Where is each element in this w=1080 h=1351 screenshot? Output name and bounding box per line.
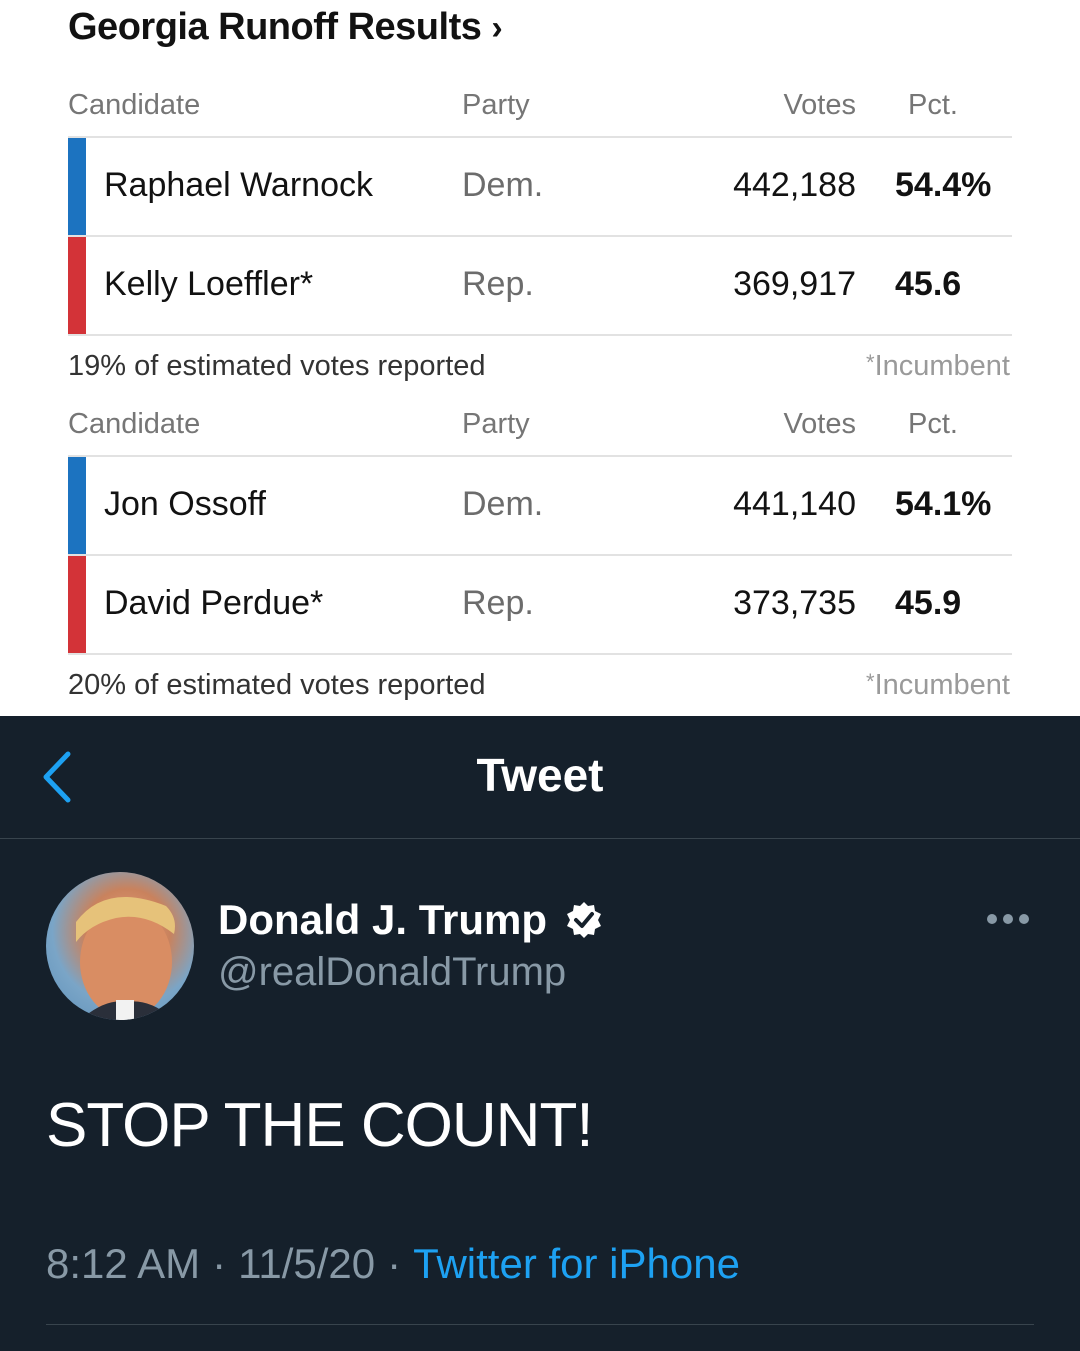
header-party: Party xyxy=(462,89,530,121)
candidate-votes: 369,917 xyxy=(733,265,856,303)
candidate-votes: 441,140 xyxy=(733,485,856,523)
candidate-party: Dem. xyxy=(462,485,544,523)
incumbent-label: Incumbent xyxy=(874,350,1010,382)
chevron-right-icon[interactable]: › xyxy=(491,9,502,47)
party-color-bar xyxy=(68,457,86,554)
candidate-votes: 442,188 xyxy=(733,166,856,204)
table-header: Candidate Party Votes Pct. xyxy=(68,76,1012,138)
candidate-pct: 45.9 xyxy=(895,584,962,622)
party-color-bar xyxy=(68,138,86,235)
nav-title: Tweet xyxy=(476,749,604,801)
candidate-name: Jon Ossoff xyxy=(104,485,266,523)
header-party: Party xyxy=(462,408,530,440)
candidate-party: Rep. xyxy=(462,584,534,622)
votes-reported-note: 19% of estimated votes reported xyxy=(68,350,486,382)
candidate-row: Raphael Warnock Dem. 442,188 54.4% xyxy=(68,138,1012,237)
author-handle[interactable]: @realDonaldTrump xyxy=(218,950,566,995)
candidate-name: David Perdue* xyxy=(104,584,324,622)
tweet-text: STOP THE COUNT! xyxy=(46,1091,594,1160)
tweet-navbar: Tweet xyxy=(0,716,1080,839)
candidate-party: Rep. xyxy=(462,265,534,303)
senate-race-table: Candidate Party Votes Pct. Jon Ossoff De… xyxy=(68,395,1012,715)
header-pct: Pct. xyxy=(908,408,958,440)
avatar-portrait xyxy=(76,897,175,1020)
candidate-row: Jon Ossoff Dem. 441,140 54.1% xyxy=(68,457,1012,556)
avatar[interactable] xyxy=(46,872,194,1020)
results-title-text[interactable]: Georgia Runoff Results xyxy=(68,6,482,48)
header-votes: Votes xyxy=(783,89,856,121)
party-color-bar xyxy=(68,237,86,334)
header-votes: Votes xyxy=(783,408,856,440)
party-color-bar xyxy=(68,556,86,653)
tweet-meta: 8:12 AM · 11/5/20 · Twitter for iPhone xyxy=(46,1240,740,1288)
meta-separator: · xyxy=(212,1240,227,1287)
author-name[interactable]: Donald J. Trump xyxy=(218,896,547,944)
header-candidate: Candidate xyxy=(68,89,201,121)
votes-reported-note: 20% of estimated votes reported xyxy=(68,669,486,701)
candidate-pct: 45.6 xyxy=(895,265,962,303)
candidate-name: Raphael Warnock xyxy=(104,166,373,204)
table-footer: 19% of estimated votes reported *Incumbe… xyxy=(68,336,1012,396)
senate-race-table: Candidate Party Votes Pct. Raphael Warno… xyxy=(68,76,1012,396)
more-options-icon[interactable] xyxy=(986,912,1030,926)
candidate-name: Kelly Loeffler* xyxy=(104,265,314,303)
tweet-source-link[interactable]: Twitter for iPhone xyxy=(413,1240,740,1287)
divider xyxy=(46,1324,1034,1325)
tweet-panel: Tweet Donald J. Trump @realDonaldTrump S… xyxy=(0,716,1080,1351)
candidate-votes: 373,735 xyxy=(733,584,856,622)
incumbent-label: Incumbent xyxy=(874,669,1010,701)
results-panel: Georgia Runoff Results › Candidate Party … xyxy=(0,0,1080,716)
tweet-date: 11/5/20 xyxy=(238,1240,376,1287)
results-title[interactable]: Georgia Runoff Results › xyxy=(68,6,503,49)
meta-separator: · xyxy=(387,1240,402,1287)
table-footer: 20% of estimated votes reported *Incumbe… xyxy=(68,655,1012,715)
tweet-time: 8:12 AM xyxy=(46,1240,201,1287)
incumbent-note: *Incumbent xyxy=(866,669,1010,701)
header-candidate: Candidate xyxy=(68,408,201,440)
candidate-pct: 54.4% xyxy=(895,166,992,204)
incumbent-note: *Incumbent xyxy=(866,350,1010,382)
table-header: Candidate Party Votes Pct. xyxy=(68,395,1012,457)
candidate-pct: 54.1% xyxy=(895,485,992,523)
candidate-row: Kelly Loeffler* Rep. 369,917 45.6 xyxy=(68,237,1012,336)
header-pct: Pct. xyxy=(908,89,958,121)
candidate-row: David Perdue* Rep. 373,735 45.9 xyxy=(68,556,1012,655)
candidate-party: Dem. xyxy=(462,166,544,204)
verified-badge-icon xyxy=(567,902,601,938)
